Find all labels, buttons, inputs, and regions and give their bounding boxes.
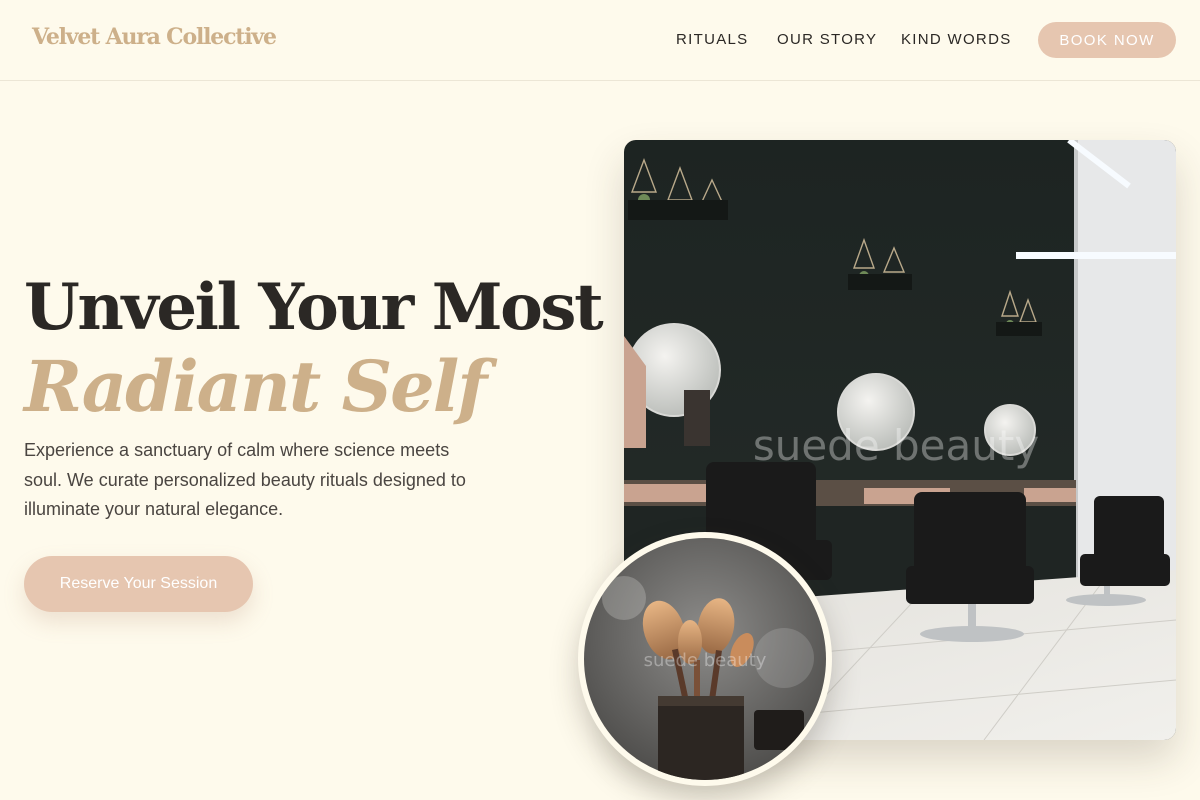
hero-description: Experience a sanctuary of calm where sci… xyxy=(24,440,466,519)
reserve-session-button[interactable]: Reserve Your Session xyxy=(24,556,253,612)
main-photo-watermark: suede beauty xyxy=(753,421,1039,470)
site-header: Velvet Aura Collective Rituals Our Story… xyxy=(0,0,1200,81)
nav-link-kind-words[interactable]: Kind Words xyxy=(901,31,1012,48)
nav-link-our-story[interactable]: Our Story xyxy=(777,31,877,48)
brand-logo[interactable]: Velvet Aura Collective xyxy=(32,24,277,50)
nav-link-rituals[interactable]: Rituals xyxy=(676,31,748,48)
hero-headline-line-2: Radiant Self xyxy=(24,345,487,428)
makeup-brushes-photo: suede beauty xyxy=(578,532,832,786)
hero-headline-line-1: Unveil Your Most xyxy=(24,270,604,345)
round-photo-watermark: suede beauty xyxy=(644,650,767,671)
hero-headline: Unveil Your Most Radiant Self xyxy=(24,266,604,428)
book-now-button[interactable]: Book Now xyxy=(1038,22,1176,58)
makeup-brushes-photo-frame: suede beauty xyxy=(584,538,826,780)
